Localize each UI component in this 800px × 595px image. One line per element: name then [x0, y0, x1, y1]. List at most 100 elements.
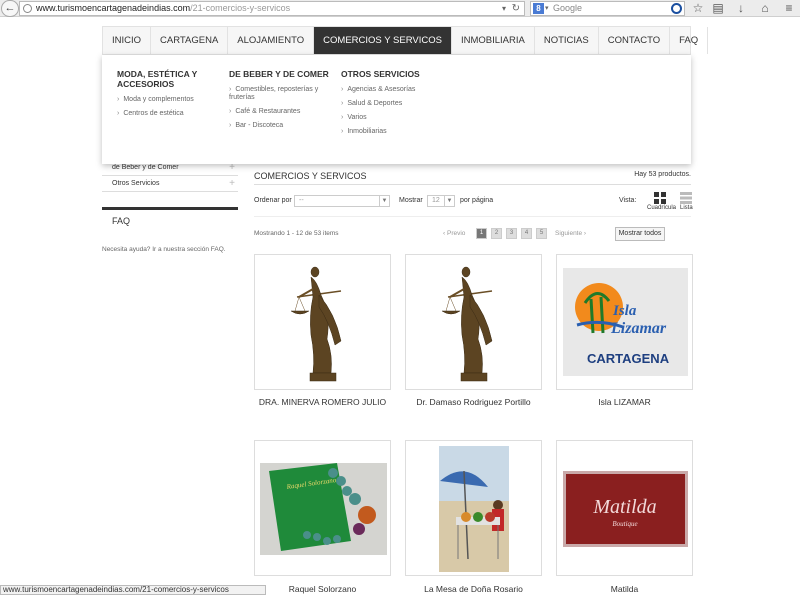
next-label: Siguiente	[555, 230, 583, 237]
isla-logo-line3: CARTAGENA	[587, 351, 670, 366]
dropdown-col-beber: DE BEBER Y DE COMER Comestibles, reposte…	[229, 69, 329, 136]
product-name[interactable]: Dr. Damaso Rodriguez Portillo	[405, 396, 542, 408]
nav-comercios[interactable]: COMERCIOS Y SERVICOS	[314, 27, 452, 54]
chevron-down-icon: ▼	[379, 196, 389, 206]
green-card-jewelry-image: Raquel Solorzano	[260, 463, 387, 555]
status-bar: www.turismoencartagenadeindias.com/21-co…	[0, 585, 266, 595]
dropdown-heading[interactable]: OTROS SERVICIOS	[341, 69, 451, 79]
dropdown-link[interactable]: Café & Restaurantes	[229, 108, 329, 116]
main-nav: INICIO CARTAGENA ALOJAMIENTO COMERCIOS Y…	[102, 26, 709, 55]
nav-noticias[interactable]: NOTICIAS	[535, 27, 599, 54]
back-arrow-icon[interactable]: ←	[1, 0, 19, 17]
dropdown-link[interactable]: Comestibles, reposterías y fruterías	[229, 86, 329, 102]
por-pagina-label: por página	[460, 197, 494, 204]
google-icon: 8	[533, 3, 544, 14]
product-card-5[interactable]	[405, 440, 542, 576]
mostrar-select[interactable]: 12 ▼	[427, 195, 455, 207]
product-name[interactable]: Matilda	[556, 583, 693, 595]
reload-icon[interactable]: ↻	[512, 2, 520, 15]
search-icon[interactable]	[671, 3, 682, 14]
ordenar-select[interactable]: -- ▼	[294, 195, 390, 207]
grid-view-icon[interactable]	[654, 192, 666, 204]
sidebar-item-label: de Beber y de Comer	[112, 164, 179, 171]
isla-logo-line2: Lizamar	[610, 320, 667, 337]
search-engine-dropdown-icon[interactable]: ▾	[545, 2, 549, 15]
matilda-boutique-sign-image: Matilda Boutique	[563, 471, 688, 547]
sort-divider	[254, 216, 691, 217]
matilda-logo-main: Matilda	[592, 496, 656, 518]
dropdown-heading[interactable]: MODA, ESTÉTICA Y ACCESORIOS	[117, 69, 217, 89]
page-2[interactable]: 2	[491, 228, 502, 239]
sidebar-item-otros[interactable]: Otros Servicios +	[102, 176, 238, 192]
product-name[interactable]: Raquel Solorzano	[254, 583, 391, 595]
mostrar-todos-button[interactable]: Mostrar todos	[615, 227, 665, 241]
justice-statue-image	[441, 266, 493, 382]
home-icon[interactable]: ⌂	[757, 0, 773, 17]
beach-umbrella-stand-image	[439, 446, 509, 572]
items-range: Mostrando 1 - 12 de 53 items	[254, 230, 339, 237]
search-box[interactable]: 8 ▾ Google	[530, 1, 685, 16]
justice-statue-image	[290, 266, 342, 382]
vista-label: Vista:	[619, 197, 637, 204]
faq-title: FAQ	[112, 216, 131, 226]
product-count: Hay 53 productos.	[634, 171, 691, 178]
header-divider	[254, 184, 691, 185]
mostrar-value: 12	[432, 197, 440, 204]
dropdown-link[interactable]: Moda y complementos	[117, 96, 217, 104]
list-view-label[interactable]: Lista	[680, 205, 693, 211]
faq-text[interactable]: Necesita ayuda? Ir a nuestra sección FAQ…	[102, 246, 226, 253]
dropdown-col-moda: MODA, ESTÉTICA Y ACCESORIOS Moda y compl…	[117, 69, 217, 124]
dropdown-link[interactable]: Salud & Deportes	[341, 100, 451, 108]
isla-logo-line1: Isla	[612, 303, 637, 319]
nav-contacto[interactable]: CONTACTO	[599, 27, 671, 54]
ordenar-value: --	[299, 197, 304, 204]
page-title: COMERCIOS Y SERVICOS	[254, 171, 367, 181]
page-5[interactable]: 5	[536, 228, 547, 239]
list-view-icon[interactable]	[680, 192, 692, 204]
nav-inmobiliaria[interactable]: INMOBILIARIA	[452, 27, 535, 54]
nav-cartagena[interactable]: CARTAGENA	[151, 27, 229, 54]
menu-icon[interactable]: ≡	[781, 0, 797, 17]
prev-label: Previo	[446, 230, 466, 237]
plus-icon[interactable]: +	[229, 176, 235, 192]
product-card-1[interactable]	[254, 254, 391, 390]
product-card-3[interactable]: Isla Lizamar CARTAGENA	[556, 254, 693, 390]
url-path: /21-comercios-y-servicos	[190, 3, 291, 13]
nav-inicio[interactable]: INICIO	[103, 27, 152, 54]
pagination-prev[interactable]: ‹ Previo	[443, 230, 465, 237]
dropdown-link[interactable]: Agencias & Asesorías	[341, 86, 451, 94]
grid-view-label[interactable]: Cuadrícula	[647, 205, 676, 211]
matilda-logo-sub: Boutique	[612, 520, 637, 528]
nav-dropdown: MODA, ESTÉTICA Y ACCESORIOS Moda y compl…	[102, 55, 691, 164]
dropdown-link[interactable]: Bar - Discoteca	[229, 122, 329, 130]
product-name[interactable]: DRA. MINERVA ROMERO JULIO	[254, 396, 391, 408]
url-dropdown-icon[interactable]: ▾	[502, 2, 506, 15]
page-1[interactable]: 1	[476, 228, 487, 239]
dropdown-link[interactable]: Centros de estética	[117, 110, 217, 118]
url-bar[interactable]: www.turismoencartagenadeindias.com/21-co…	[19, 1, 525, 16]
product-card-6[interactable]: Matilda Boutique	[556, 440, 693, 576]
dropdown-link[interactable]: Varios	[341, 114, 451, 122]
faq-divider	[102, 207, 238, 210]
ordenar-label: Ordenar por	[254, 197, 292, 204]
product-name[interactable]: Isla LIZAMAR	[556, 396, 693, 408]
globe-icon	[23, 4, 32, 13]
dropdown-link[interactable]: Inmobiliarias	[341, 128, 451, 136]
dropdown-heading[interactable]: DE BEBER Y DE COMER	[229, 69, 329, 79]
product-card-4[interactable]: Raquel Solorzano	[254, 440, 391, 576]
download-icon[interactable]: ↓	[733, 0, 749, 17]
clipboard-icon[interactable]: ▤	[710, 0, 726, 17]
nav-alojamiento[interactable]: ALOJAMIENTO	[228, 27, 315, 54]
isla-lizamar-logo: Isla Lizamar CARTAGENA	[563, 268, 688, 376]
page-3[interactable]: 3	[506, 228, 517, 239]
sidebar-item-label: Otros Servicios	[112, 180, 160, 187]
product-name[interactable]: La Mesa de Doña Rosario	[405, 583, 542, 595]
product-card-2[interactable]	[405, 254, 542, 390]
nav-faq[interactable]: FAQ	[670, 27, 709, 54]
pagination-next[interactable]: Siguiente ›	[555, 230, 586, 237]
search-placeholder: Google	[553, 3, 583, 13]
bookmark-star-icon[interactable]: ☆	[690, 0, 706, 17]
page-4[interactable]: 4	[521, 228, 532, 239]
browser-toolbar: ← www.turismoencartagenadeindias.com/21-…	[0, 0, 800, 17]
url-domain: www.turismoencartagenadeindias.com	[36, 3, 191, 13]
